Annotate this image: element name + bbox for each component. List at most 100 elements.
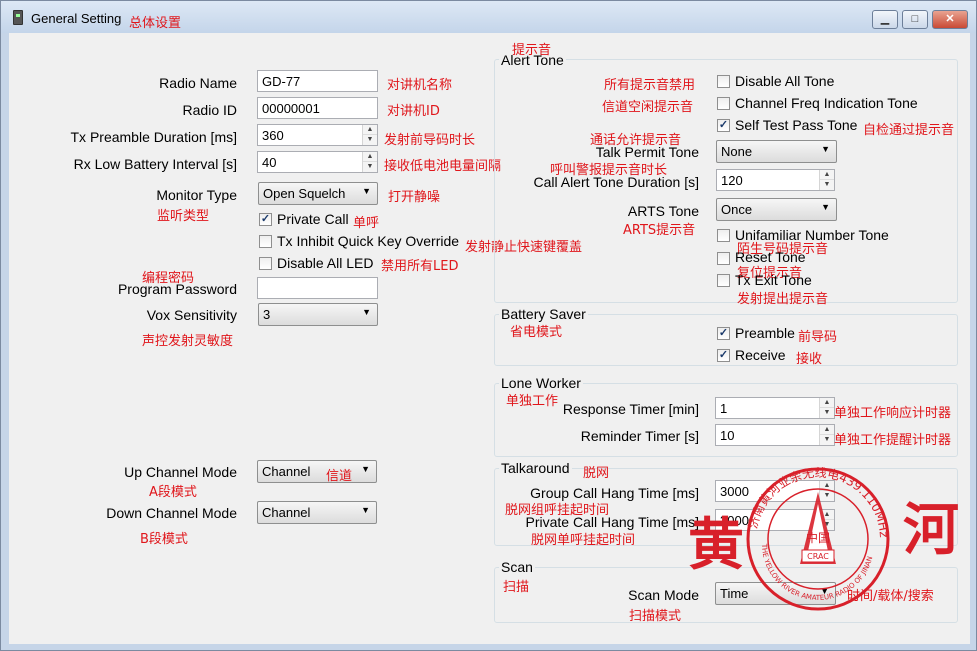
chevron-down-icon: ▼: [821, 144, 830, 154]
vox-sensitivity-select[interactable]: 3 ▼: [258, 303, 378, 326]
tx-exit-tone-checkbox[interactable]: [717, 274, 730, 287]
tx-preamble-value: 360: [262, 128, 284, 143]
talk-permit-label: Talk Permit Tone: [595, 144, 699, 160]
response-timer-spinner[interactable]: 1 ▲ ▼: [715, 397, 835, 419]
receive-cn: 接收: [796, 352, 823, 367]
spin-down-icon[interactable]: ▼: [820, 180, 834, 190]
unfamiliar-number-checkbox[interactable]: [717, 229, 730, 242]
chevron-down-icon: ▼: [362, 307, 371, 317]
preamble-cn: 前导码: [798, 330, 838, 345]
radio-name-label: Radio Name: [159, 75, 237, 91]
window-title: General Setting: [31, 11, 122, 26]
private-call-label: Private Call: [277, 211, 349, 227]
monitor-type-select[interactable]: Open Squelch ▼: [258, 182, 378, 205]
response-timer-cn: 单独工作响应计时器: [834, 406, 952, 421]
spin-down-icon[interactable]: ▼: [363, 135, 377, 145]
private-hang-label: Private Call Hang Time [ms]: [525, 514, 700, 530]
radio-name-input[interactable]: [257, 70, 378, 92]
disable-led-checkbox[interactable]: [259, 257, 272, 270]
chevron-down-icon: ▼: [361, 464, 370, 474]
tx-inhibit-label: Tx Inhibit Quick Key Override: [277, 233, 460, 249]
rx-low-battery-value: 40: [262, 155, 277, 170]
radio-id-input[interactable]: [257, 97, 378, 119]
tx-preamble-label: Tx Preamble Duration [ms]: [70, 129, 238, 145]
spin-down-icon[interactable]: ▼: [363, 162, 377, 172]
down-channel-mode-label: Down Channel Mode: [106, 505, 237, 521]
disable-all-tone-checkbox[interactable]: [717, 75, 730, 88]
down-channel-mode-value: Channel: [262, 505, 311, 520]
monitor-type-cn: 监听类型: [157, 209, 210, 224]
rx-low-battery-cn: 接收低电池电量间隔: [384, 159, 502, 174]
vox-sensitivity-value: 3: [263, 307, 271, 322]
spin-down-icon[interactable]: ▼: [820, 408, 834, 418]
title-bar: General Setting 总体设置 ▁ □ ✕: [1, 1, 976, 33]
receive-label: Receive: [735, 347, 786, 363]
self-test-checkbox[interactable]: ✓: [717, 119, 730, 132]
preamble-checkbox[interactable]: ✓: [717, 327, 730, 340]
seal-badge-text: CRAC: [807, 552, 829, 561]
up-channel-value-cn: 信道: [326, 469, 353, 484]
rx-low-battery-label: Rx Low Battery Interval [s]: [73, 156, 237, 172]
battery-saver-title: Battery Saver: [499, 306, 588, 322]
vox-sensitivity-cn: 声控发射灵敏度: [142, 334, 234, 349]
talkaround-title: Talkaround: [499, 460, 572, 476]
call-alert-label: Call Alert Tone Duration [s]: [533, 174, 700, 190]
monitor-type-label: Monitor Type: [156, 187, 237, 203]
reminder-timer-cn: 单独工作提醒计时器: [834, 433, 952, 448]
open-squelch-cn: 打开静噪: [388, 190, 441, 205]
spin-up-icon[interactable]: ▲: [820, 425, 834, 435]
reminder-timer-label: Reminder Timer [s]: [580, 428, 699, 444]
down-channel-mode-select[interactable]: Channel ▼: [257, 501, 377, 524]
window-title-cn: 总体设置: [129, 16, 182, 31]
seal-center-text: 中国: [806, 530, 830, 545]
spin-up-icon[interactable]: ▲: [363, 152, 377, 162]
up-channel-mode-label: Up Channel Mode: [124, 464, 237, 480]
talk-permit-select[interactable]: None ▼: [716, 140, 837, 163]
general-setting-window: General Setting 总体设置 ▁ □ ✕ Radio Name 对讲…: [0, 0, 977, 651]
talkaround-title-cn: 脱网: [583, 466, 610, 481]
vox-sensitivity-label: Vox Sensitivity: [146, 307, 237, 323]
disable-led-label: Disable All LED: [277, 255, 374, 271]
program-password-input[interactable]: [257, 277, 378, 299]
reminder-timer-spinner[interactable]: 10 ▲ ▼: [715, 424, 835, 446]
private-call-checkbox[interactable]: ✓: [259, 213, 272, 226]
program-password-label: Program Password: [117, 281, 237, 297]
channel-freq-label: Channel Freq Indication Tone: [735, 95, 918, 111]
reset-tone-checkbox[interactable]: [717, 252, 730, 265]
up-channel-mode-select[interactable]: Channel 信道 ▼: [257, 460, 377, 484]
spin-up-icon[interactable]: ▲: [820, 170, 834, 180]
private-call-cn: 单呼: [353, 216, 380, 231]
arts-tone-select[interactable]: Once ▼: [716, 198, 837, 221]
response-timer-label: Response Timer [min]: [562, 401, 699, 417]
seal-big-char-right: 河: [903, 497, 959, 563]
maximize-button[interactable]: □: [902, 10, 928, 29]
self-test-cn: 自检通过提示音: [863, 123, 955, 138]
rx-low-battery-spinner[interactable]: 40 ▲ ▼: [257, 151, 378, 173]
spin-up-icon[interactable]: ▲: [363, 125, 377, 135]
receive-checkbox[interactable]: ✓: [717, 349, 730, 362]
radio-id-cn: 对讲机ID: [387, 104, 440, 119]
chevron-down-icon: ▼: [361, 505, 370, 515]
call-alert-value: 120: [721, 173, 743, 188]
spin-up-icon[interactable]: ▲: [820, 398, 834, 408]
seal-stamp: 济南黄河业余无线电439.110MHz THE YELLOW RIVER AMA…: [688, 466, 959, 611]
chevron-down-icon: ▼: [821, 202, 830, 212]
arts-tone-value: Once: [721, 202, 753, 217]
tx-exit-tone-cn: 发射提出提示音: [737, 292, 829, 307]
disable-all-tone-cn: 所有提示音禁用: [604, 78, 696, 93]
call-alert-spinner[interactable]: 120 ▲ ▼: [716, 169, 835, 191]
response-timer-value: 1: [720, 401, 728, 416]
minimize-button[interactable]: ▁: [872, 10, 898, 29]
reminder-timer-value: 10: [720, 428, 735, 443]
close-button[interactable]: ✕: [932, 10, 968, 29]
tx-preamble-cn: 发射前导码时长: [384, 133, 476, 148]
scan-mode-cn: 扫描模式: [629, 609, 682, 624]
spin-down-icon[interactable]: ▼: [820, 435, 834, 445]
self-test-label: Self Test Pass Tone: [735, 117, 858, 133]
channel-freq-checkbox[interactable]: [717, 97, 730, 110]
scan-title: Scan: [499, 559, 535, 575]
arts-tone-label: ARTS Tone: [627, 203, 699, 219]
tx-preamble-spinner[interactable]: 360 ▲ ▼: [257, 124, 378, 146]
tx-inhibit-checkbox[interactable]: [259, 235, 272, 248]
alert-tone-title-cn: 提示音: [512, 43, 552, 58]
